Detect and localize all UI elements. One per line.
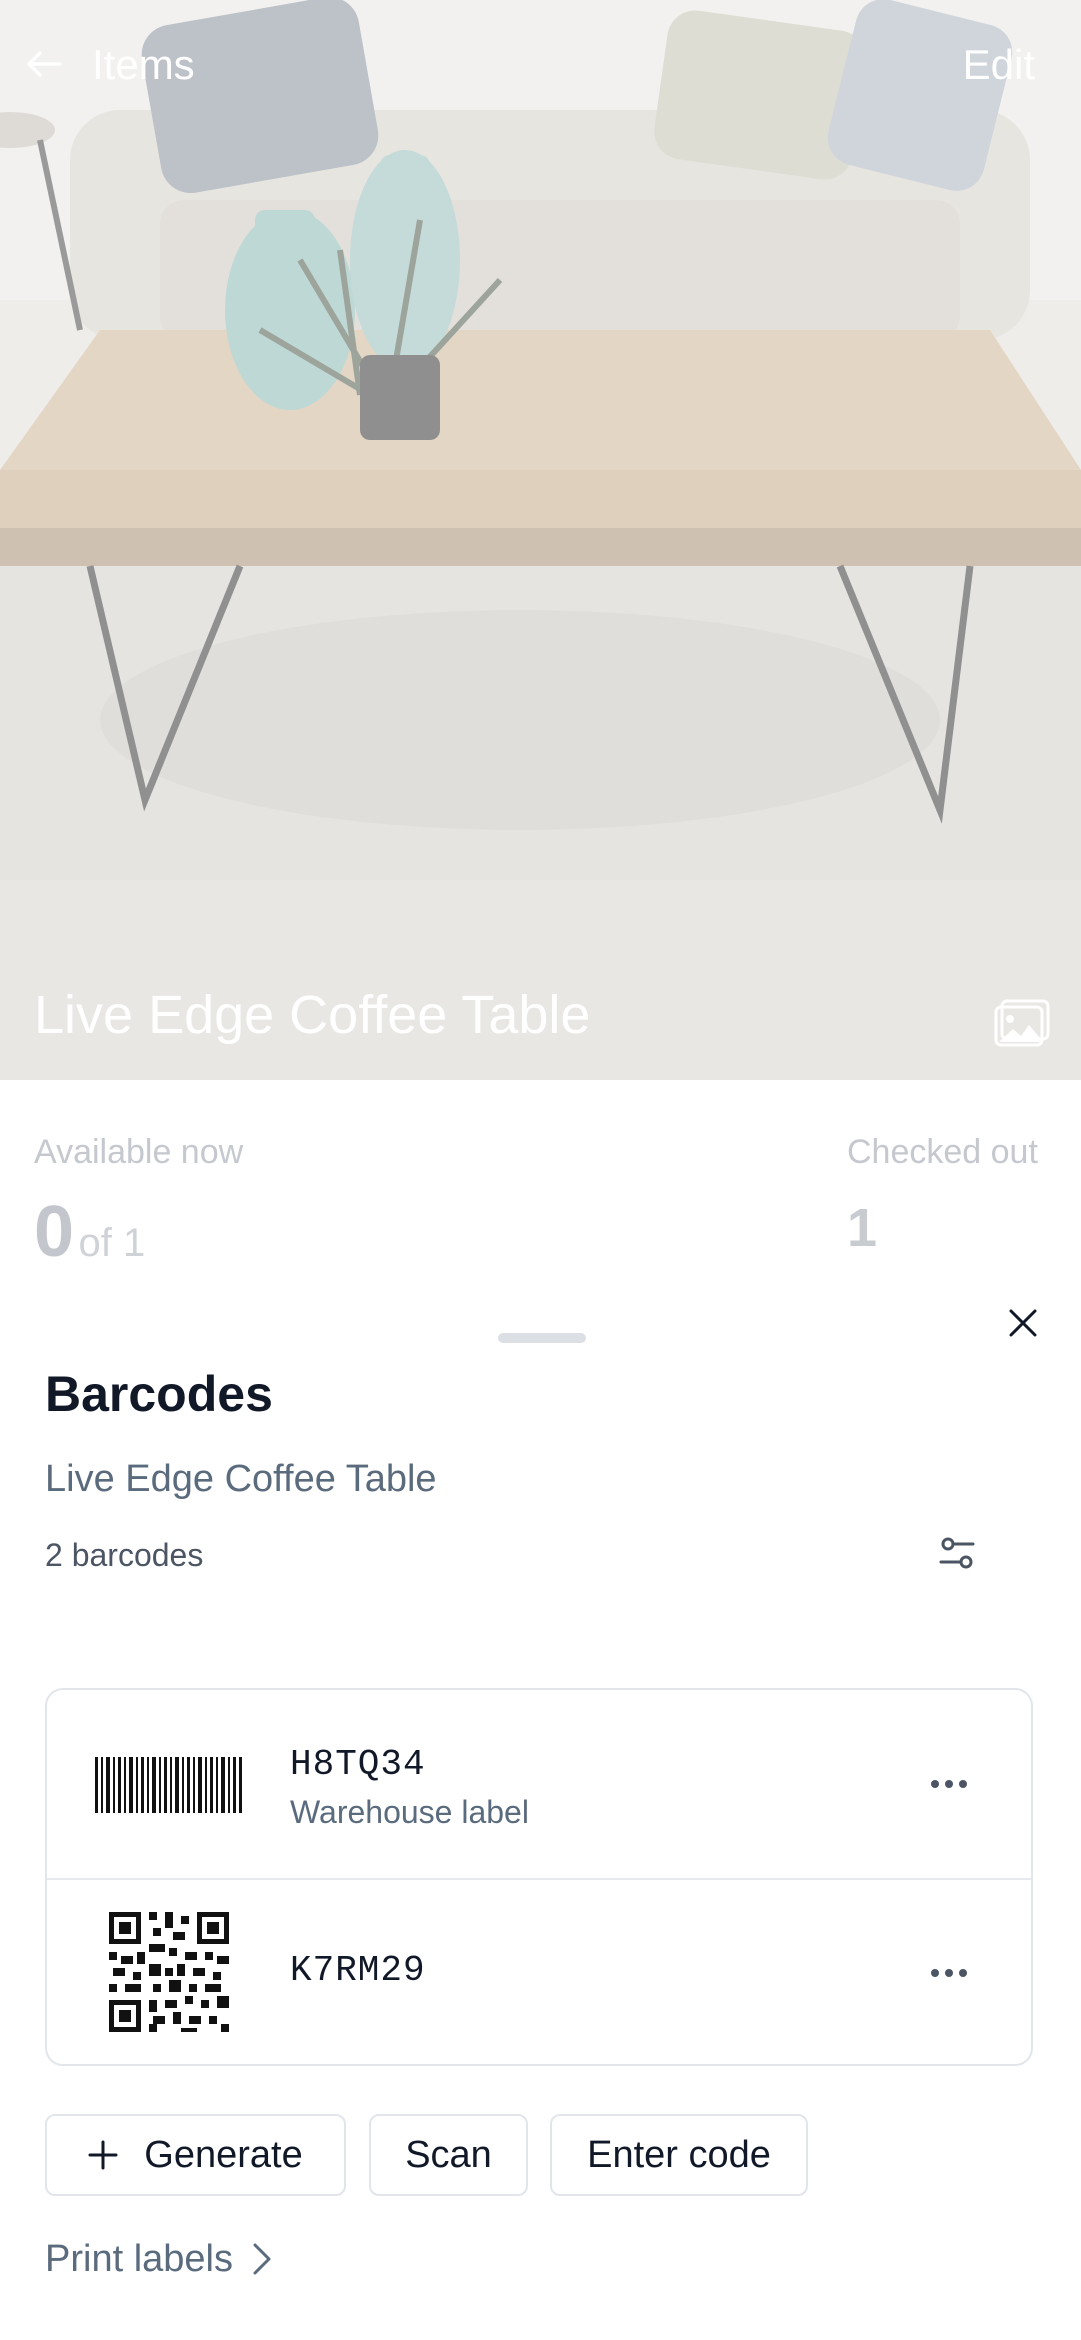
print-labels-label: Print labels <box>45 2238 233 2280</box>
more-dot-icon <box>931 1969 939 1977</box>
barcode-label: Warehouse label <box>290 1794 529 1830</box>
enter-code-label: Enter code <box>587 2133 771 2176</box>
more-options-button[interactable] <box>919 1759 979 1809</box>
qr-code-icon <box>109 1912 229 2032</box>
filter-button[interactable] <box>932 1528 982 1578</box>
list-item[interactable]: K7RM29 <box>47 1880 1031 2068</box>
back-button[interactable] <box>16 36 72 92</box>
list-item[interactable]: H8TQ34 Warehouse label <box>47 1690 1031 1878</box>
more-dot-icon <box>959 1780 967 1788</box>
barcode-code: H8TQ34 <box>290 1744 426 1785</box>
enter-code-button[interactable]: Enter code <box>550 2114 808 2196</box>
more-dot-icon <box>945 1969 953 1977</box>
barcode-list: H8TQ34 Warehouse label K7RM29 <box>45 1688 1033 2066</box>
available-total: of 1 <box>78 1221 146 1265</box>
more-dot-icon <box>959 1969 967 1977</box>
sliders-icon <box>939 1537 975 1569</box>
scan-label: Scan <box>405 2133 492 2176</box>
checked-out-label: Checked out <box>847 1133 1038 1171</box>
barcode-code: K7RM29 <box>290 1950 426 1991</box>
item-title: Live Edge Coffee Table <box>34 985 591 1045</box>
more-dot-icon <box>945 1780 953 1788</box>
close-button[interactable] <box>1000 1300 1046 1346</box>
chevron-right-icon <box>253 2243 271 2275</box>
more-options-button[interactable] <box>919 1948 979 1998</box>
plus-icon <box>88 2140 118 2170</box>
print-labels-link[interactable]: Print labels <box>45 2236 273 2282</box>
available-count: 0 <box>34 1192 75 1272</box>
generate-label: Generate <box>144 2133 303 2176</box>
sheet-drag-handle[interactable] <box>498 1333 586 1343</box>
scan-button[interactable]: Scan <box>369 2114 528 2196</box>
arrow-left-icon <box>27 51 62 77</box>
generate-button[interactable]: Generate <box>45 2114 346 2196</box>
barcode-icon <box>95 1757 242 1813</box>
gallery-icon[interactable] <box>993 998 1051 1048</box>
barcode-count: 2 barcodes <box>45 1537 204 1573</box>
sheet-title: Barcodes <box>45 1366 273 1422</box>
edit-button[interactable]: Edit <box>963 40 1035 90</box>
more-dot-icon <box>931 1780 939 1788</box>
back-label[interactable]: Items <box>92 40 195 90</box>
available-now-value: 0 of 1 <box>34 1192 145 1272</box>
close-icon <box>1009 1309 1037 1337</box>
item-photo <box>0 0 1081 1080</box>
sheet-subtitle: Live Edge Coffee Table <box>45 1458 437 1500</box>
available-now-label: Available now <box>34 1133 244 1171</box>
checked-out-value: 1 <box>847 1198 878 1258</box>
coffee-table-photo <box>0 0 1081 1080</box>
